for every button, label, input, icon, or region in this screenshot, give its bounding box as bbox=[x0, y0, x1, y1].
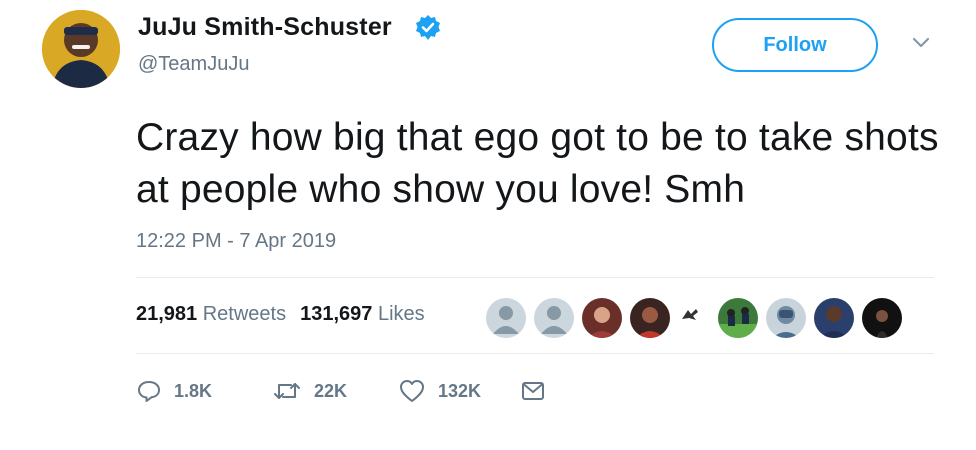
verified-badge-icon bbox=[416, 15, 440, 40]
tweet-card: JuJu Smith-Schuster @TeamJuJu Follow Cra… bbox=[0, 0, 976, 450]
tweet-actions: 1.8K 22K 132K bbox=[136, 376, 636, 406]
heart-icon bbox=[400, 380, 424, 402]
liker-avatar-photo[interactable] bbox=[580, 296, 624, 340]
author-avatar[interactable] bbox=[42, 10, 120, 88]
tweet-text: Crazy how big that ego got to be to take… bbox=[136, 116, 939, 211]
envelope-icon bbox=[522, 382, 544, 400]
author-display-name[interactable]: JuJu Smith-Schuster bbox=[138, 13, 392, 42]
liker-avatar-photo[interactable] bbox=[716, 296, 760, 340]
follow-button[interactable]: Follow bbox=[712, 18, 878, 72]
likes-stat[interactable]: 131,697 Likes bbox=[300, 303, 425, 325]
liker-avatar-logo[interactable] bbox=[676, 302, 704, 330]
liker-avatar-default[interactable] bbox=[484, 296, 528, 340]
engagement-stats: 21,981 Retweets 131,697 Likes bbox=[136, 303, 425, 326]
retweets-count: 21,981 bbox=[136, 303, 198, 325]
liker-avatar-photo[interactable] bbox=[764, 296, 808, 340]
divider bbox=[136, 353, 934, 354]
chevron-down-icon[interactable] bbox=[908, 34, 934, 52]
divider bbox=[136, 277, 934, 278]
reply-button[interactable]: 1.8K bbox=[136, 376, 212, 406]
author-handle[interactable]: @TeamJuJu bbox=[138, 53, 249, 76]
liker-avatars bbox=[484, 296, 904, 340]
reply-icon bbox=[138, 381, 160, 402]
retweet-button[interactable]: 22K bbox=[272, 376, 347, 406]
likes-label: Likes bbox=[377, 303, 425, 325]
like-count: 132K bbox=[438, 380, 482, 401]
tweet-timestamp[interactable]: 12:22 PM - 7 Apr 2019 bbox=[136, 230, 336, 253]
direct-message-button[interactable] bbox=[520, 376, 558, 406]
liker-avatar-photo[interactable] bbox=[812, 296, 856, 340]
retweets-label: Retweets bbox=[202, 303, 287, 325]
retweets-stat[interactable]: 21,981 Retweets bbox=[136, 303, 286, 325]
liker-avatar-photo[interactable] bbox=[628, 296, 672, 340]
liker-avatar-default[interactable] bbox=[532, 296, 576, 340]
like-button[interactable]: 132K bbox=[398, 376, 481, 406]
retweet-count: 22K bbox=[314, 380, 348, 401]
avatar-photo-icon bbox=[42, 10, 120, 88]
reply-count: 1.8K bbox=[174, 380, 213, 401]
retweet-icon bbox=[274, 383, 300, 399]
liker-avatar-photo[interactable] bbox=[860, 296, 904, 340]
likes-count: 131,697 bbox=[300, 303, 373, 325]
